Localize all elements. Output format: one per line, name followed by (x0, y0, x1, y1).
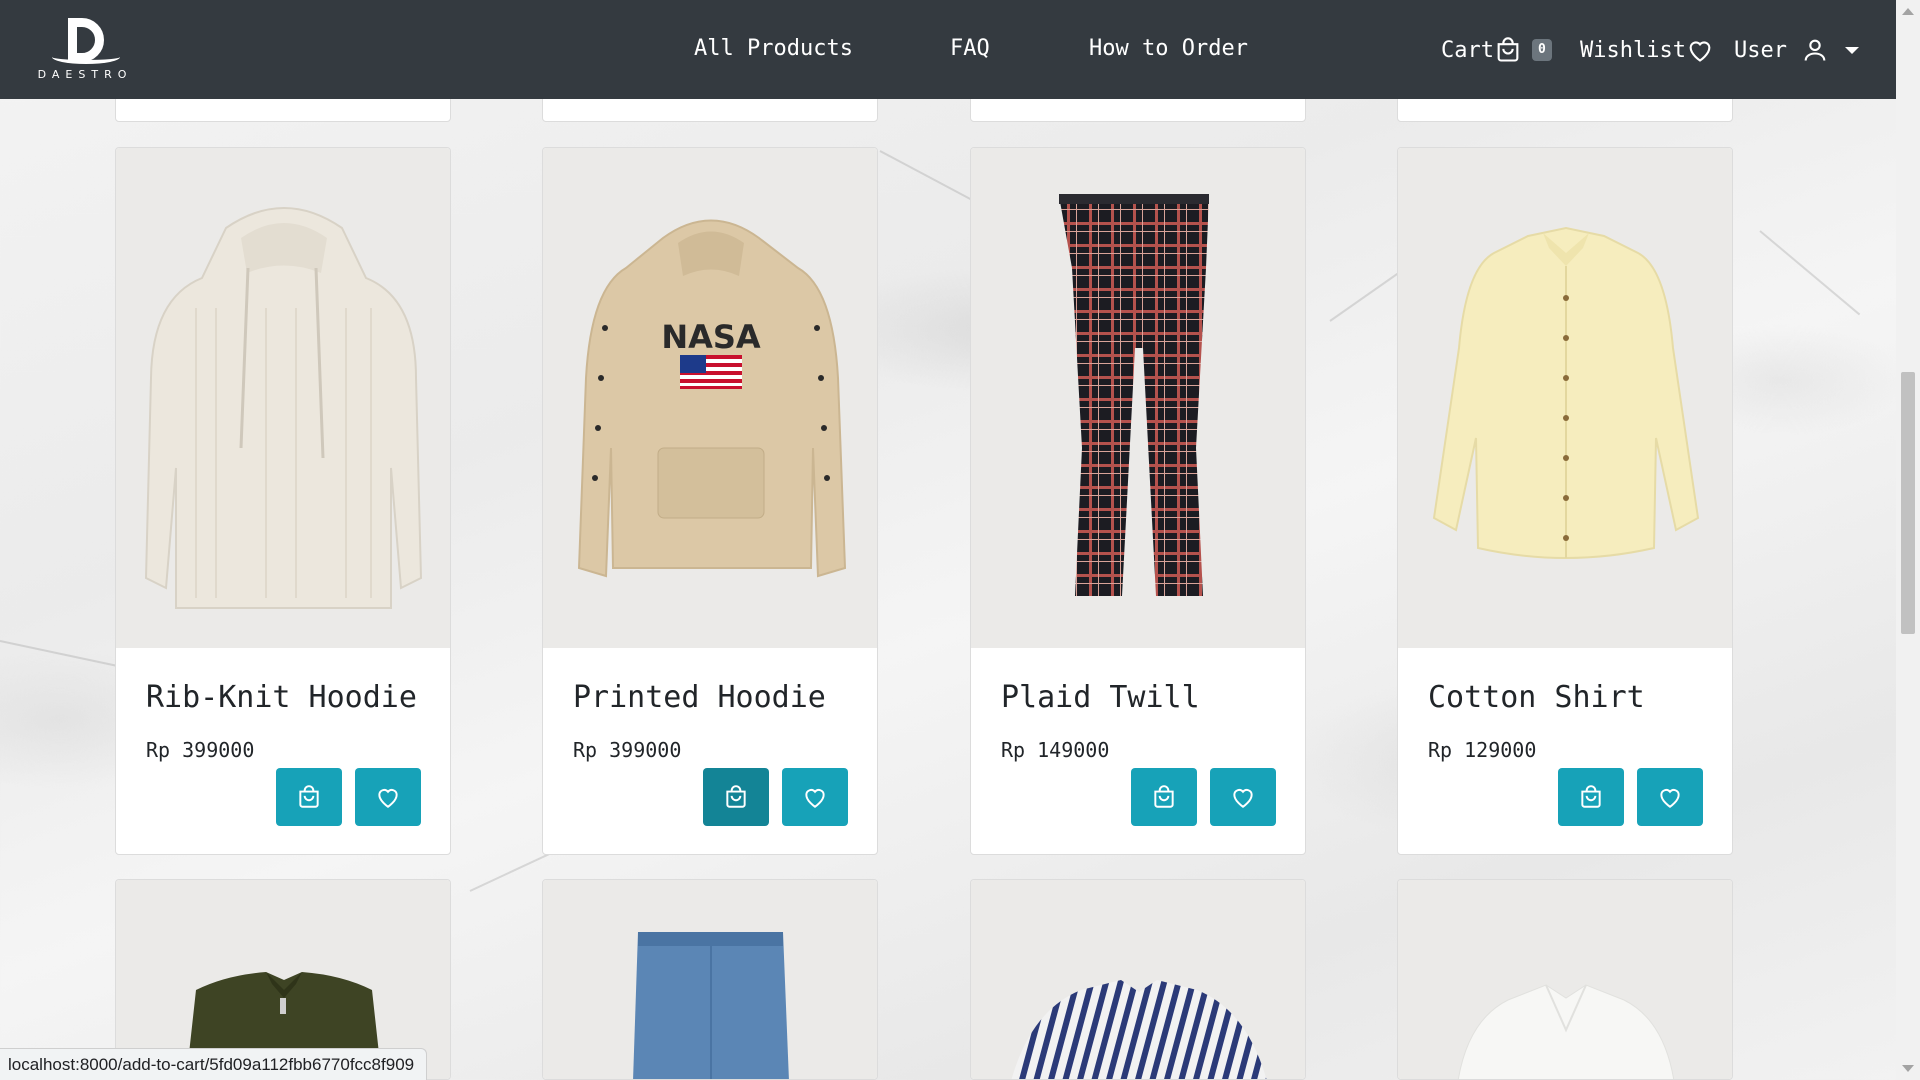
add-to-wishlist-button[interactable] (355, 768, 421, 826)
scroll-thumb[interactable] (1901, 372, 1915, 634)
svg-text:NASA: NASA (661, 318, 761, 356)
product-card (542, 879, 878, 1080)
scroll-down-arrow-icon[interactable] (1902, 1065, 1914, 1072)
product-image[interactable] (1398, 148, 1732, 648)
heart-icon (1233, 789, 1253, 808)
product-card (1397, 879, 1733, 1080)
heart-icon (1689, 41, 1711, 62)
product-card (970, 879, 1306, 1080)
heart-icon (805, 789, 825, 808)
cart-label: Cart (1441, 37, 1494, 63)
product-price: Rp 399000 (146, 738, 255, 762)
cart-link[interactable]: Cart 0 (1441, 36, 1552, 64)
shopping-bag-icon (1581, 785, 1601, 808)
product-card: Plaid Twill Rp 149000 (970, 147, 1306, 855)
add-to-cart-button[interactable] (276, 768, 342, 826)
product-image[interactable] (116, 148, 450, 648)
scroll-up-arrow-icon[interactable] (1902, 8, 1914, 15)
add-to-wishlist-button[interactable] (782, 768, 848, 826)
product-name[interactable]: Rib-Knit Hoodie (146, 680, 417, 715)
add-to-cart-button[interactable] (1558, 768, 1624, 826)
navbar: DAESTRO All Products FAQ How to Order Ca… (0, 0, 1896, 99)
product-image[interactable] (971, 880, 1305, 1079)
heart-icon (378, 789, 398, 808)
wishlist-label: Wishlist (1580, 37, 1686, 63)
nav-faq[interactable]: FAQ (950, 36, 990, 61)
product-image[interactable] (971, 148, 1305, 648)
product-price: Rp 129000 (1428, 738, 1537, 762)
product-card: Rib-Knit Hoodie Rp 399000 (115, 147, 451, 855)
product-image[interactable]: NASA (543, 148, 877, 648)
product-price: Rp 149000 (1001, 738, 1110, 762)
add-to-wishlist-button[interactable] (1637, 768, 1703, 826)
add-to-wishlist-button[interactable] (1210, 768, 1276, 826)
wishlist-link[interactable]: Wishlist (1580, 36, 1714, 64)
user-icon (1804, 39, 1826, 61)
brand-logo[interactable]: DAESTRO (30, 18, 140, 84)
product-name[interactable]: Printed Hoodie (573, 680, 826, 715)
shopping-bag-icon (1497, 37, 1519, 62)
add-to-cart-button[interactable] (703, 768, 769, 826)
product-name[interactable]: Cotton Shirt (1428, 680, 1645, 715)
brand-name: DAESTRO (37, 68, 133, 81)
user-label: User (1734, 37, 1787, 63)
shopping-bag-icon (1154, 785, 1174, 808)
nav-all-products[interactable]: All Products (694, 36, 853, 61)
heart-icon (1660, 789, 1680, 808)
vertical-scrollbar[interactable] (1896, 0, 1920, 1080)
product-image[interactable] (543, 880, 877, 1079)
product-card: NASA Printed Hoodie Rp 399000 (542, 147, 878, 855)
status-bar-url: localhost:8000/add-to-cart/5fd09a112fbb6… (0, 1048, 428, 1080)
add-to-cart-button[interactable] (1131, 768, 1197, 826)
nav-how-to-order[interactable]: How to Order (1089, 36, 1248, 61)
shopping-bag-icon (299, 785, 319, 808)
cart-count-badge: 0 (1531, 39, 1552, 61)
shopping-bag-icon (726, 785, 746, 808)
chevron-down-icon (1844, 46, 1859, 54)
product-image[interactable] (1398, 880, 1732, 1079)
product-name[interactable]: Plaid Twill (1001, 680, 1200, 715)
product-price: Rp 399000 (573, 738, 682, 762)
product-card: Cotton Shirt Rp 129000 (1397, 147, 1733, 855)
user-dropdown[interactable]: User (1734, 36, 1859, 64)
